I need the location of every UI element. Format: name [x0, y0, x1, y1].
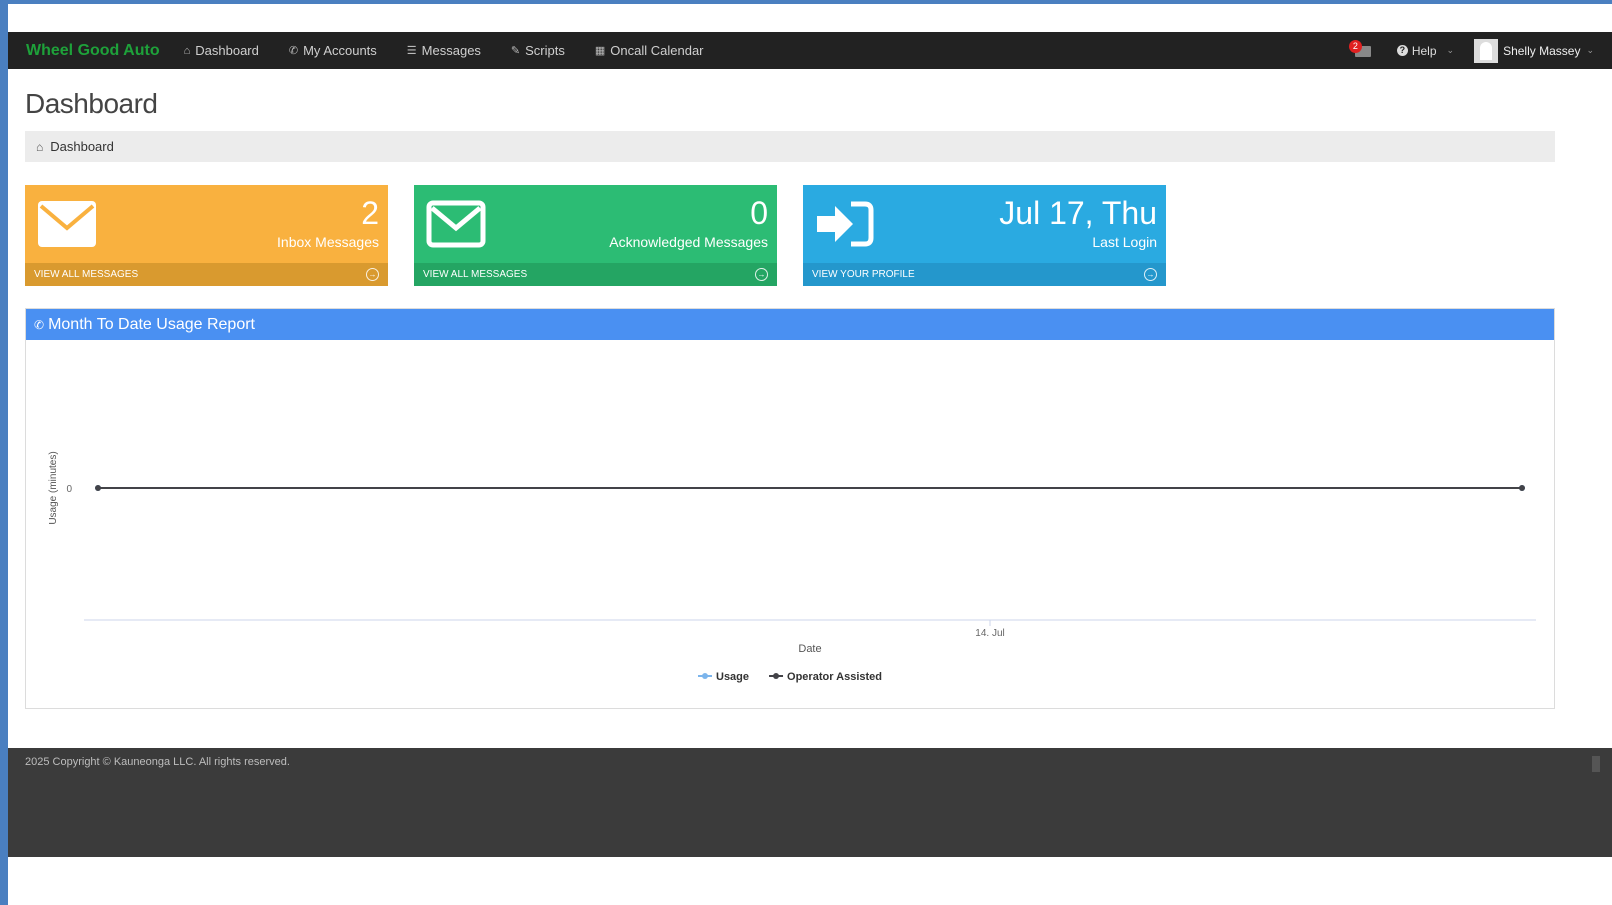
- nav-messages[interactable]: ☰ Messages: [407, 43, 481, 58]
- view-your-profile-link[interactable]: VIEW YOUR PROFILE →: [803, 263, 1166, 286]
- breadcrumb: ⌂ Dashboard: [25, 131, 1555, 162]
- usage-report-panel: ✆ Month To Date Usage Report 14. Jul 0 Dat…: [25, 308, 1555, 709]
- nav-dashboard[interactable]: ⌂ Dashboard: [184, 43, 259, 58]
- last-login-card: Jul 17, Thu Last Login VIEW YOUR PROFILE…: [803, 185, 1166, 286]
- nav-scripts[interactable]: ✎ Scripts: [511, 43, 565, 58]
- brand-logo[interactable]: Wheel Good Auto: [26, 42, 160, 60]
- data-point: [1519, 485, 1525, 491]
- phone-icon: ✆: [34, 317, 45, 332]
- page-footer: 2025 Copyright © Kauneonga LLC. All righ…: [8, 748, 1612, 857]
- list-icon: ☰: [406, 45, 417, 57]
- y-axis-title: Usage (minutes): [48, 451, 59, 524]
- nav-messages-label: Messages: [421, 43, 481, 58]
- acknowledged-label: Acknowledged Messages: [609, 234, 768, 250]
- legend-item: Usage: [716, 671, 749, 683]
- envelope-icon: [38, 201, 96, 247]
- edit-icon: ✎: [510, 45, 521, 57]
- nav-oncall-calendar[interactable]: ▦ Oncall Calendar: [595, 43, 704, 58]
- top-navbar: Wheel Good Auto ⌂ Dashboard ✆ My Account…: [8, 32, 1612, 69]
- inbox-count: 2: [361, 195, 379, 231]
- nav-scripts-label: Scripts: [525, 43, 565, 58]
- home-icon: ⌂: [36, 139, 44, 154]
- acknowledged-count: 0: [750, 195, 768, 231]
- calendar-icon: ▦: [594, 45, 606, 57]
- x-axis-title: Date: [798, 643, 821, 655]
- question-icon: ?: [1396, 45, 1408, 56]
- y-tick-label: 0: [66, 484, 72, 495]
- avatar: [1474, 38, 1499, 63]
- notifications-button[interactable]: 2: [1348, 39, 1375, 62]
- help-label: Help: [1411, 43, 1437, 58]
- last-login-date: Jul 17, Thu: [999, 195, 1157, 231]
- usage-report-header: ✆ Month To Date Usage Report: [26, 309, 1554, 340]
- inbox-label: Inbox Messages: [277, 234, 379, 250]
- chevron-down-icon: ⌄: [1446, 45, 1455, 55]
- nav-my-accounts[interactable]: ✆ My Accounts: [289, 43, 377, 58]
- nav-my-accounts-label: My Accounts: [303, 43, 377, 58]
- nav-dashboard-label: Dashboard: [195, 43, 259, 58]
- legend-item: Operator Assisted: [787, 671, 882, 683]
- view-all-messages-label: VIEW ALL MESSAGES: [34, 269, 139, 280]
- view-all-messages-link[interactable]: VIEW ALL MESSAGES →: [414, 263, 777, 286]
- scrollbar[interactable]: [1592, 756, 1600, 772]
- chevron-down-icon: ⌄: [1586, 45, 1594, 55]
- arrow-circle-right-icon: →: [755, 268, 768, 281]
- x-tick-label: 14. Jul: [975, 628, 1004, 639]
- page-title: Dashboard: [25, 88, 158, 119]
- last-login-label: Last Login: [1092, 234, 1157, 250]
- sign-in-icon: [817, 201, 874, 247]
- arrow-circle-right-icon: →: [1144, 268, 1157, 281]
- legend-marker: [773, 673, 780, 679]
- phone-icon: ✆: [288, 45, 299, 57]
- view-all-messages-label: VIEW ALL MESSAGES: [423, 269, 528, 280]
- data-point: [95, 485, 101, 491]
- usage-chart: 14. Jul 0 Date Usage (minutes) Usage Operator…: [48, 451, 1536, 683]
- help-menu[interactable]: ? Help ⌄: [1396, 43, 1455, 58]
- nav-oncall-calendar-label: Oncall Calendar: [610, 43, 704, 58]
- acknowledged-messages-card: 0 Acknowledged Messages VIEW ALL MESSAGE…: [414, 185, 777, 286]
- arrow-circle-right-icon: →: [366, 268, 379, 281]
- legend-marker: [702, 673, 708, 679]
- user-menu[interactable]: Shelly Massey ⌄: [1474, 38, 1594, 63]
- app-window: Wheel Good Auto ⌂ Dashboard ✆ My Account…: [8, 4, 1612, 905]
- home-icon: ⌂: [183, 44, 191, 57]
- breadcrumb-item[interactable]: Dashboard: [50, 139, 114, 154]
- inbox-messages-card: 2 Inbox Messages VIEW ALL MESSAGES →: [25, 185, 388, 286]
- user-name: Shelly Massey: [1503, 43, 1581, 58]
- notification-badge: 2: [1348, 39, 1362, 53]
- copyright-text: 2025 Copyright © Kauneonga LLC. All righ…: [25, 756, 290, 768]
- view-all-messages-link[interactable]: VIEW ALL MESSAGES →: [25, 263, 388, 286]
- usage-report-title: Month To Date Usage Report: [48, 315, 255, 333]
- view-your-profile-label: VIEW YOUR PROFILE: [812, 269, 915, 280]
- navbar-right: 2 ? Help ⌄ Shelly Massey ⌄: [1348, 32, 1612, 69]
- envelope-icon: [426, 200, 486, 248]
